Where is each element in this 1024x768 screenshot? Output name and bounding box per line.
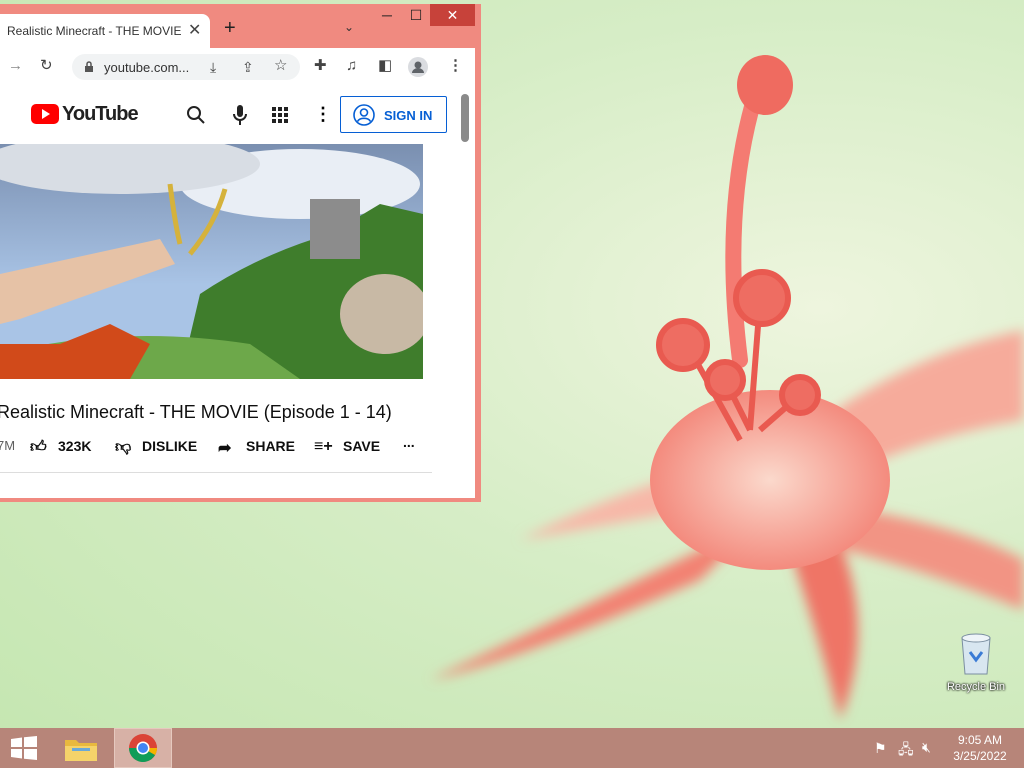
sign-in-button[interactable]: SIGN IN [340,96,447,133]
browser-tab[interactable]: Realistic Minecraft - THE MOVIE ✕ [0,14,210,48]
share-button[interactable]: SHARE [246,438,295,454]
clock-date: 3/25/2022 [953,749,1007,763]
chrome-icon [129,734,157,762]
action-center-flag-icon[interactable]: ⚑ [874,740,887,757]
volume-muted-icon[interactable]: 🔇︎ [922,739,931,756]
sign-in-label: SIGN IN [384,108,433,123]
apps-grid-icon[interactable] [272,107,288,123]
close-window-button[interactable]: ✕ [430,4,475,26]
more-actions-button[interactable]: ... [403,434,415,450]
folder-icon [65,740,97,761]
youtube-header: YouTube ⋮ SIGN IN [0,86,460,142]
forward-icon[interactable]: → [8,57,23,75]
browser-toolbar: → ↻ youtube.com... ⤓ ⇪ ☆ ✚ ♫ ◧ ⋮ [0,48,475,86]
thumbs-up-icon: 👍︎ [30,439,47,456]
account-icon [353,104,375,126]
side-panel-icon[interactable]: ◧ [378,57,392,75]
tab-bar: Realistic Minecraft - THE MOVIE ✕ + ⌄ ─ … [0,4,481,48]
video-actions: 7M 👍︎ 323K 👎︎ DISLIKE ➦ SHARE ≡+ SAVE ..… [0,434,440,460]
like-button[interactable]: 👍︎ [30,438,47,457]
profile-icon[interactable] [408,57,428,77]
youtube-logo-text[interactable]: YouTube [62,103,139,126]
video-player[interactable] [0,144,423,379]
address-bar[interactable]: youtube.com... ⤓ ⇪ ☆ [72,54,300,80]
extensions-icon[interactable]: ✚ [314,57,327,75]
install-icon[interactable]: ⤓ [210,58,216,76]
share-page-icon[interactable]: ⇪ [242,58,254,76]
youtube-logo-icon[interactable] [31,104,59,124]
recycle-bin-label: Recycle Bin [946,681,1006,693]
chrome-taskbar-button[interactable] [114,728,172,768]
scrollbar-thumb[interactable] [461,94,469,142]
media-control-icon[interactable]: ♫ [346,57,357,75]
divider [0,472,432,473]
page-content: YouTube ⋮ SIGN IN Realistic Minecraft - … [0,86,475,498]
url-text: youtube.com... [104,60,190,75]
minimize-button[interactable]: ─ [372,4,402,26]
bookmark-star-icon[interactable]: ☆ [274,57,287,75]
tab-search-icon[interactable]: ⌄ [344,20,354,34]
file-explorer-button[interactable] [56,728,112,768]
microphone-icon[interactable] [232,104,248,126]
menu-kebab-icon[interactable]: ⋮ [448,57,463,75]
reload-icon[interactable]: ↻ [40,57,53,75]
thumbs-down-icon[interactable]: 👎︎ [115,438,131,457]
windows-logo-icon [11,736,37,760]
save-button[interactable]: SAVE [343,438,380,454]
close-tab-icon[interactable]: ✕ [188,20,201,40]
view-count: 7M [0,438,16,453]
share-icon[interactable]: ➦ [218,438,231,458]
start-button[interactable] [0,728,56,768]
video-title: Realistic Minecraft - THE MOVIE (Episode… [0,402,392,422]
dislike-button[interactable]: DISLIKE [142,438,197,454]
taskbar: ⚑ 🖧︎ 🔇︎ 9:05 AM 3/25/2022 [0,728,1024,768]
maximize-button[interactable]: ☐ [402,4,430,26]
like-count[interactable]: 323K [58,438,91,454]
settings-kebab-icon[interactable]: ⋮ [314,104,332,125]
lock-icon [85,61,93,72]
search-icon[interactable] [186,105,206,125]
playlist-add-icon[interactable]: ≡+ [314,438,333,456]
tab-title: Realistic Minecraft - THE MOVIE [7,24,182,38]
new-tab-button[interactable]: + [224,18,236,38]
network-icon[interactable]: 🖧︎ [898,739,914,763]
browser-window: Realistic Minecraft - THE MOVIE ✕ + ⌄ ─ … [0,4,481,502]
system-clock[interactable]: 9:05 AM 3/25/2022 [940,732,1020,764]
clock-time: 9:05 AM [957,733,1003,747]
recycle-bin[interactable]: Recycle Bin [940,630,1012,693]
recycle-bin-icon [961,633,991,675]
